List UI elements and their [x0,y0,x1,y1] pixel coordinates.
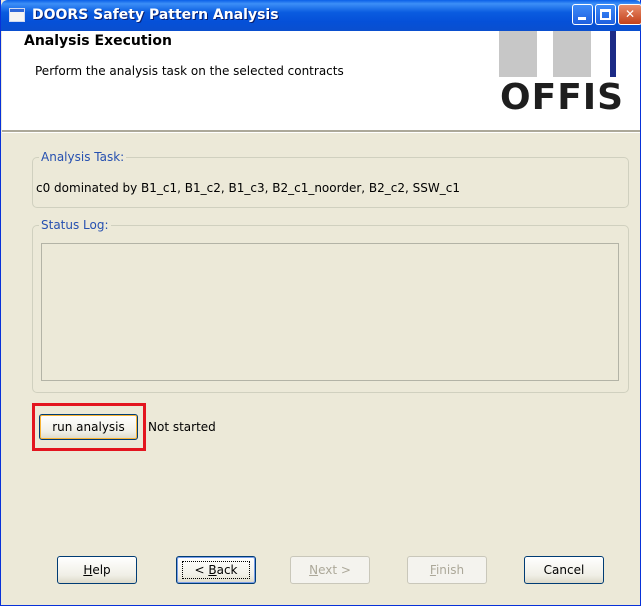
wizard-window: DOORS Safety Pattern Analysis ✕ Analysis… [0,0,641,606]
analysis-task-group: Analysis Task: [32,150,629,208]
app-window-icon [9,8,25,22]
analysis-task-text: c0 dominated by B1_c1, B1_c2, B1_c3, B2_… [36,181,460,195]
minimize-icon[interactable] [572,4,593,25]
analysis-task-legend: Analysis Task: [41,150,125,164]
help-button[interactable]: Help [57,556,137,584]
next-label: ext > [318,563,351,577]
run-analysis-button[interactable]: run analysis [39,414,138,440]
page-title: Analysis Execution [24,33,172,49]
run-status-text: Not started [148,420,216,434]
window-title: DOORS Safety Pattern Analysis [32,7,279,23]
logo-accent [610,31,616,77]
logo-bar [499,31,537,77]
maximize-icon[interactable] [595,4,616,25]
finish-button[interactable]: Finish [407,556,487,584]
back-button[interactable]: < Back [176,556,256,584]
help-label: elp [92,563,111,577]
page-description: Perform the analysis task on the selecte… [35,64,344,78]
help-accel: H [83,563,93,577]
next-accel: N [309,563,319,577]
close-icon[interactable]: ✕ [618,4,641,25]
status-log-textarea[interactable] [41,243,619,381]
logo-bar [553,31,591,77]
logo-text: OFFIS [500,77,625,118]
cancel-button[interactable]: Cancel [524,556,604,584]
finish-label: inish [435,563,465,577]
next-button[interactable]: Next > [290,556,370,584]
header-divider [2,131,640,133]
focus-indicator [182,561,250,579]
status-log-legend: Status Log: [41,218,109,232]
title-bar[interactable]: DOORS Safety Pattern Analysis ✕ [1,0,641,31]
